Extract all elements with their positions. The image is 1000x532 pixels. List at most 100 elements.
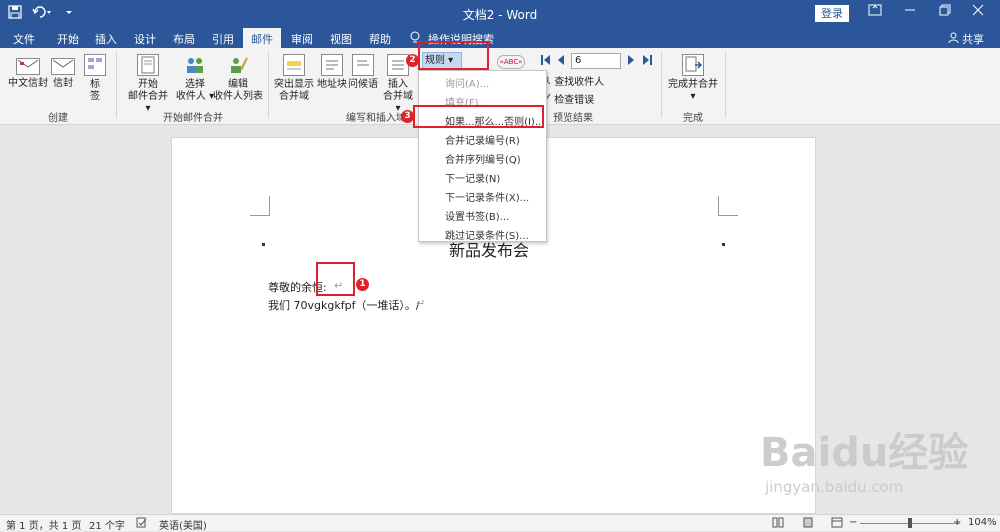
highlight-merge-fields-label-1: 突出显示 <box>274 79 314 90</box>
previous-record-icon[interactable] <box>556 54 565 69</box>
tab-design[interactable]: 设计 <box>134 31 156 47</box>
edit-list-icon <box>227 54 249 76</box>
start-mail-merge-label-2: 邮件合并 ▾ <box>128 91 168 114</box>
find-recipient-label: 查找收件人 <box>554 77 605 88</box>
mail-merge-icon <box>137 54 159 76</box>
document-line-2[interactable]: 我们 70vgkgkfpf（一堆话）。/ <box>268 297 420 313</box>
greeting-line-button[interactable]: 问候语 <box>348 54 378 91</box>
share-button[interactable]: 共享 <box>948 31 984 47</box>
menu-item-set-bookmark[interactable]: 设置书签(B)... <box>445 208 509 223</box>
annotation-box-if-then-else <box>413 105 544 128</box>
envelope-icon <box>51 58 75 75</box>
rules-dropdown-menu: 询问(A)... 填充(F)... 如果...那么...否则(I)... 合并记… <box>418 70 547 242</box>
minimize-icon[interactable] <box>895 4 925 20</box>
group-label-create: 创建 <box>48 113 68 124</box>
tab-home[interactable]: 开始 <box>57 31 79 47</box>
finish-merge-button[interactable]: 完成并合并 ▾ <box>666 54 720 103</box>
read-mode-icon[interactable] <box>772 517 784 531</box>
baidu-watermark-url: jingyan.baidu.com <box>765 478 904 496</box>
address-block-icon <box>321 54 343 76</box>
check-errors-button[interactable]: 检查错误 <box>541 91 594 106</box>
preview-results-abc-button[interactable]: «ABC» <box>497 55 525 69</box>
zoom-slider-thumb[interactable] <box>908 518 912 528</box>
chinese-envelope-label: 中文信封 <box>8 78 48 89</box>
labels-button[interactable]: 标 签 <box>82 54 108 103</box>
select-recipients-label-1: 选择 <box>185 79 205 90</box>
zoom-out-button[interactable]: − <box>849 517 857 528</box>
edit-recipient-list-button[interactable]: 编辑 收件人列表 <box>212 54 264 103</box>
tab-file[interactable]: 文件 <box>13 31 35 47</box>
annotation-box-cursor <box>316 262 355 296</box>
person-icon <box>948 32 963 46</box>
envelope-label: 信封 <box>53 78 73 89</box>
proofing-icon[interactable] <box>136 517 147 531</box>
tab-mailings[interactable]: 邮件 <box>243 28 281 48</box>
envelope-button[interactable]: 信封 <box>50 56 76 90</box>
margin-mark-top-right <box>718 196 738 216</box>
chinese-envelope-button[interactable]: 中文信封 <box>6 56 50 90</box>
tab-references[interactable]: 引用 <box>212 31 234 47</box>
greeting-line-icon <box>352 54 374 76</box>
title-bar: 文档2 - Word 登录 <box>0 0 1000 28</box>
menu-item-ask[interactable]: 询问(A)... <box>445 75 489 90</box>
people-icon <box>184 54 206 76</box>
tab-view[interactable]: 视图 <box>330 31 352 47</box>
step-badge-3: 3 <box>401 110 414 123</box>
tab-review[interactable]: 审阅 <box>291 31 313 47</box>
insert-merge-field-label-1: 插入 <box>388 79 408 90</box>
start-mail-merge-label-1: 开始 <box>138 79 158 90</box>
labels-icon <box>84 54 106 76</box>
group-label-write-insert: 编写和插入域 <box>346 113 406 124</box>
next-record-icon[interactable] <box>627 54 636 69</box>
greeting-line-label: 问候语 <box>348 79 378 90</box>
menu-item-skip-record-if[interactable]: 跳过记录条件(S)... <box>445 227 529 242</box>
group-label-preview: 预览结果 <box>553 113 593 124</box>
baidu-watermark-logo: Baidu经验 <box>760 430 969 476</box>
restore-icon[interactable] <box>930 4 960 20</box>
highlight-merge-fields-button[interactable]: 突出显示 合并域 <box>272 54 316 103</box>
menu-item-merge-sequence[interactable]: 合并序列编号(Q) <box>445 151 521 166</box>
labels-label-2: 签 <box>90 91 100 102</box>
paragraph-return-icon: ↵ <box>416 297 426 310</box>
annotation-box-rules <box>418 41 489 70</box>
group-label-start-merge: 开始邮件合并 <box>163 113 223 124</box>
check-errors-label: 检查错误 <box>554 95 595 106</box>
finish-merge-icon <box>682 54 704 76</box>
status-word-count[interactable]: 21 个字 <box>89 517 125 532</box>
record-number-input[interactable]: 6 <box>571 53 621 69</box>
first-record-icon[interactable] <box>540 54 551 69</box>
find-recipient-button[interactable]: 查找收件人 <box>541 73 604 88</box>
envelope-icon <box>16 58 40 75</box>
close-icon[interactable] <box>963 4 993 20</box>
ribbon-display-icon[interactable] <box>860 4 890 20</box>
paragraph-mark-right <box>722 243 725 246</box>
status-page-count[interactable]: 第 1 页，共 1 页 <box>6 517 81 532</box>
document-title: 文档2 - Word <box>462 8 538 22</box>
menu-item-next-record-if[interactable]: 下一记录条件(X)... <box>445 189 529 204</box>
highlight-merge-fields-label-2: 合并域 <box>279 91 309 102</box>
zoom-level[interactable]: 104% <box>968 517 997 528</box>
status-language[interactable]: 英语(美国) <box>159 517 207 532</box>
tab-layout[interactable]: 布局 <box>173 31 195 47</box>
tab-insert[interactable]: 插入 <box>95 31 117 47</box>
last-record-icon[interactable] <box>642 54 653 69</box>
tab-help[interactable]: 帮助 <box>369 31 391 47</box>
finish-merge-label-2: ▾ <box>690 91 696 102</box>
step-badge-1: 1 <box>356 278 369 291</box>
menu-item-merge-record[interactable]: 合并记录编号(R) <box>445 132 520 147</box>
print-layout-icon[interactable] <box>802 517 814 531</box>
web-layout-icon[interactable] <box>831 517 843 531</box>
select-recipients-button[interactable]: 选择 收件人 ▾ <box>173 54 217 103</box>
menu-item-next-record[interactable]: 下一记录(N) <box>445 170 500 185</box>
margin-mark-top-left <box>250 196 270 216</box>
zoom-in-button[interactable]: + <box>953 517 961 528</box>
edit-recipient-list-label-1: 编辑 <box>228 79 248 90</box>
address-block-button[interactable]: 地址块 <box>317 54 347 91</box>
group-separator <box>661 52 662 118</box>
start-mail-merge-button[interactable]: 开始 邮件合并 ▾ <box>124 54 172 115</box>
labels-label-1: 标 <box>90 79 100 90</box>
edit-recipient-list-label-2: 收件人列表 <box>213 91 263 102</box>
login-button[interactable]: 登录 <box>815 5 849 22</box>
group-label-finish: 完成 <box>683 113 703 124</box>
address-block-label: 地址块 <box>317 79 347 90</box>
